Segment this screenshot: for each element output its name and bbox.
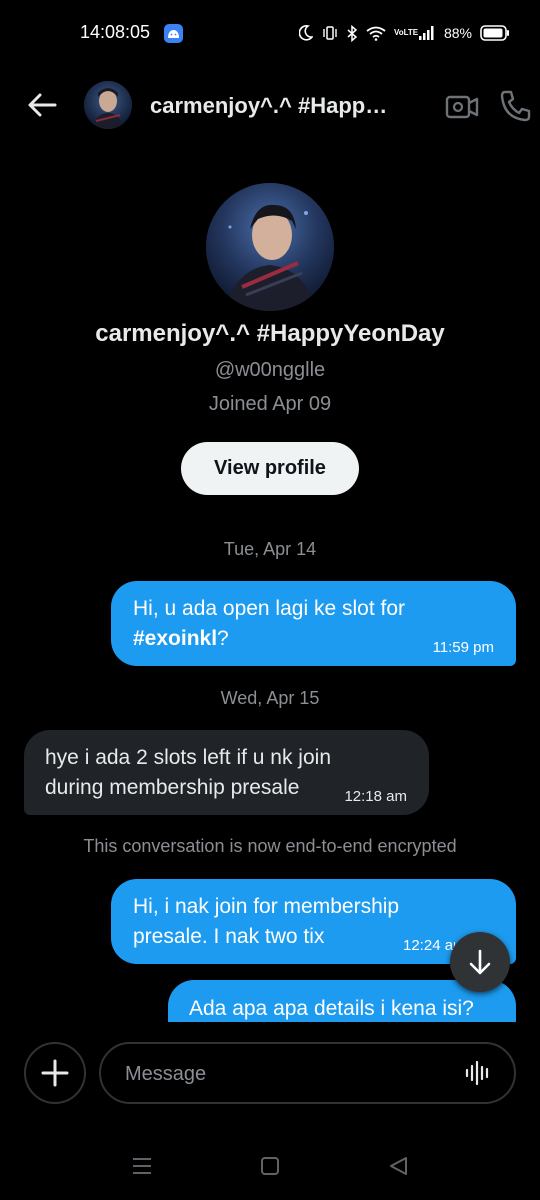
phone-call-button[interactable] — [498, 88, 534, 124]
video-call-icon — [445, 95, 479, 119]
message-text: hye i ada 2 slots left if u nk join duri… — [45, 746, 331, 799]
header-title[interactable]: carmenjoy^.^ #HappyYeonDay — [150, 93, 398, 119]
message-input-container — [99, 1042, 516, 1104]
message-bubble-outgoing[interactable]: Hi, u ada open lagi ke slot for #exoinkl… — [111, 581, 516, 666]
profile-avatar[interactable] — [206, 183, 334, 311]
hashtag-link[interactable]: #exoinkl — [133, 627, 217, 650]
system-nav-bar — [0, 1130, 540, 1200]
wifi-icon — [366, 26, 386, 41]
message-time: 12:24 am — [403, 937, 455, 954]
profile-photo — [206, 183, 334, 311]
arrow-down-icon — [469, 949, 491, 975]
message-bubble-incoming[interactable]: hye i ada 2 slots left if u nk join duri… — [24, 730, 429, 815]
voice-waveform-icon — [465, 1060, 489, 1086]
profile-handle: @w00ngglle — [214, 359, 326, 381]
message-input[interactable] — [123, 1044, 447, 1104]
status-icons: VoLTE 88% — [298, 20, 510, 46]
message-text: Ada apa apa details i kena isi? — [189, 997, 474, 1020]
nav-back-button[interactable] — [386, 1154, 410, 1178]
profile-name: carmenjoy^.^ #HappyYeonDay — [95, 320, 445, 347]
recent-apps-icon — [133, 1158, 151, 1174]
home-button[interactable] — [258, 1154, 282, 1178]
app-notification-icon — [164, 24, 183, 43]
date-separator: Tue, Apr 14 — [223, 539, 317, 559]
profile-joined-date: Joined Apr 09 — [208, 393, 332, 415]
plus-icon — [41, 1059, 69, 1087]
profile-photo — [84, 81, 132, 129]
vibrate-icon — [323, 26, 337, 40]
phone-call-icon — [500, 90, 531, 122]
voice-message-button[interactable] — [464, 1060, 492, 1086]
video-call-button[interactable] — [444, 90, 480, 124]
encryption-notice: This conversation is now end-to-end encr… — [83, 836, 457, 856]
view-profile-button[interactable]: View profile — [181, 442, 359, 495]
message-composer — [0, 1022, 540, 1122]
battery-percentage: 88% — [443, 25, 472, 41]
header-avatar[interactable] — [84, 81, 132, 129]
message-text: Hi, i nak join for membership presale. I… — [133, 895, 400, 948]
status-bar: 14:08:05 VoLTE 88% — [0, 0, 540, 64]
back-arrow-icon — [28, 93, 57, 117]
battery-icon — [480, 25, 509, 41]
message-clip: Ada apa apa details i kena isi? — [0, 980, 540, 1022]
message-time: 12:18 am — [344, 788, 407, 805]
bluetooth-icon — [347, 24, 358, 42]
recent-apps-button[interactable] — [130, 1154, 154, 1178]
message-text: Hi, u ada open lagi ke slot for #exoinkl… — [133, 597, 405, 650]
back-button[interactable] — [26, 88, 60, 122]
moon-icon — [298, 25, 313, 41]
scroll-to-bottom-button[interactable] — [450, 932, 510, 992]
status-time: 14:08:05 — [80, 22, 151, 42]
home-icon — [261, 1157, 279, 1175]
volte-icon: VoLTE — [393, 28, 419, 37]
attach-button[interactable] — [24, 1042, 86, 1104]
signal-icon — [418, 26, 434, 40]
conversation-header: carmenjoy^.^ #HappyYeonDay — [0, 64, 540, 150]
back-icon — [390, 1157, 407, 1175]
message-time: 11:59 pm — [432, 639, 494, 656]
date-separator: Wed, Apr 15 — [220, 688, 320, 708]
